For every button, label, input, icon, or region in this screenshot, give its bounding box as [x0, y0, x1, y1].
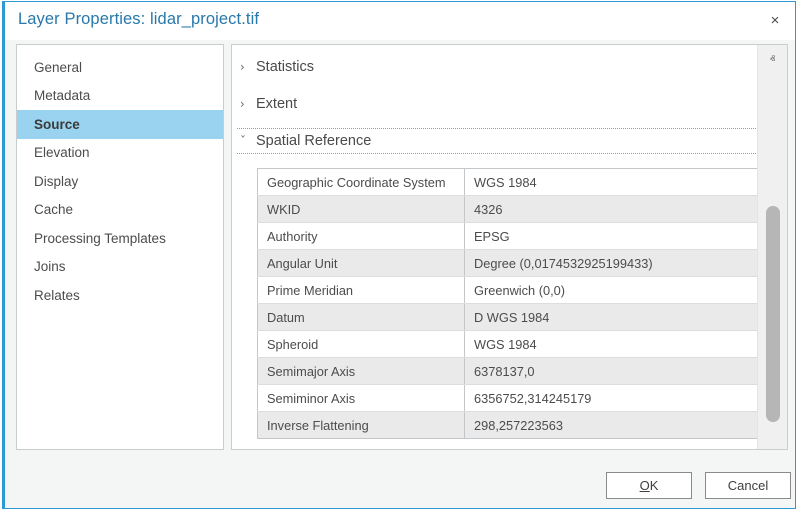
sidebar-item-label: Display — [34, 174, 78, 189]
cancel-button[interactable]: Cancel — [705, 472, 791, 499]
section-header-extent[interactable]: › Extent — [240, 96, 297, 112]
table-row[interactable]: WKID 4326 — [258, 196, 764, 223]
page-title: Layer Properties: lidar_project.tif — [18, 10, 259, 29]
chevron-right-icon: › — [240, 61, 256, 73]
spatial-reference-table: Geographic Coordinate System WGS 1984 WK… — [257, 168, 764, 439]
section-label: Spatial Reference — [256, 133, 371, 149]
property-name: Spheroid — [258, 331, 465, 358]
sidebar-item-source[interactable]: Source — [17, 110, 223, 139]
ok-button-label: OK — [640, 478, 659, 493]
sidebar-item-label: Processing Templates — [34, 231, 166, 246]
content-scrollbar[interactable]: ⱏ ⱟ — [757, 45, 787, 449]
table-row[interactable]: Angular Unit Degree (0,0174532925199433) — [258, 250, 764, 277]
sidebar-item-cache[interactable]: Cache — [17, 196, 223, 225]
sidebar-item-label: Relates — [34, 288, 80, 303]
sidebar-item-label: General — [34, 60, 82, 75]
property-name: Semimajor Axis — [258, 358, 465, 385]
close-button[interactable]: × — [757, 4, 793, 36]
property-value: Greenwich (0,0) — [465, 277, 764, 304]
sidebar-item-display[interactable]: Display — [17, 167, 223, 196]
property-value: 298,257223563 — [465, 412, 764, 439]
sidebar-item-label: Joins — [34, 259, 66, 274]
property-value: EPSG — [465, 223, 764, 250]
sidebar-item-label: Cache — [34, 202, 73, 217]
section-label: Extent — [256, 96, 297, 112]
ok-rest-char: K — [650, 478, 659, 493]
property-value: 6378137,0 — [465, 358, 764, 385]
property-name: WKID — [258, 196, 465, 223]
property-name: Geographic Coordinate System — [258, 169, 465, 196]
cancel-button-label: Cancel — [728, 478, 768, 493]
ok-button[interactable]: OK — [606, 472, 692, 499]
source-content-panel: › Statistics › Extent ˇ Spatial Referenc… — [231, 44, 788, 450]
ok-accel-char: O — [640, 478, 650, 493]
chevron-down-icon: ˇ — [240, 135, 256, 147]
scroll-up-arrow-icon[interactable]: ⱏ — [758, 50, 787, 70]
property-name: Angular Unit — [258, 250, 465, 277]
property-value: 4326 — [465, 196, 764, 223]
table-row[interactable]: Semiminor Axis 6356752,314245179 — [258, 385, 764, 412]
sidebar: General Metadata Source Elevation Displa… — [16, 44, 224, 450]
chevron-right-icon: › — [240, 98, 256, 110]
property-name: Inverse Flattening — [258, 412, 465, 439]
property-name: Authority — [258, 223, 465, 250]
sidebar-item-label: Source — [34, 117, 80, 132]
content-inner: › Statistics › Extent ˇ Spatial Referenc… — [232, 45, 757, 449]
property-value: WGS 1984 — [465, 331, 764, 358]
table-row[interactable]: Semimajor Axis 6378137,0 — [258, 358, 764, 385]
table-row[interactable]: Datum D WGS 1984 — [258, 304, 764, 331]
section-header-spatial-reference[interactable]: ˇ Spatial Reference — [237, 128, 772, 154]
table-row[interactable]: Prime Meridian Greenwich (0,0) — [258, 277, 764, 304]
section-label: Statistics — [256, 59, 314, 75]
sidebar-item-metadata[interactable]: Metadata — [17, 82, 223, 111]
property-value: WGS 1984 — [465, 169, 764, 196]
scroll-down-arrow-icon[interactable]: ⱟ — [758, 421, 787, 441]
property-name: Datum — [258, 304, 465, 331]
table-row[interactable]: Inverse Flattening 298,257223563 — [258, 412, 764, 439]
sidebar-item-joins[interactable]: Joins — [17, 253, 223, 282]
property-name: Semiminor Axis — [258, 385, 465, 412]
sidebar-item-elevation[interactable]: Elevation — [17, 139, 223, 168]
sidebar-item-processing-templates[interactable]: Processing Templates — [17, 224, 223, 253]
title-bar: Layer Properties: lidar_project.tif × — [5, 2, 795, 40]
property-value: D WGS 1984 — [465, 304, 764, 331]
sidebar-item-label: Metadata — [34, 88, 90, 103]
property-value: Degree (0,0174532925199433) — [465, 250, 764, 277]
table-row[interactable]: Spheroid WGS 1984 — [258, 331, 764, 358]
table-row[interactable]: Authority EPSG — [258, 223, 764, 250]
layer-properties-dialog: Layer Properties: lidar_project.tif × Ge… — [2, 1, 796, 509]
sidebar-item-label: Elevation — [34, 145, 90, 160]
scrollbar-thumb[interactable] — [766, 206, 780, 422]
sidebar-item-relates[interactable]: Relates — [17, 281, 223, 310]
sidebar-item-general[interactable]: General — [17, 53, 223, 82]
close-icon: × — [771, 13, 780, 28]
property-value: 6356752,314245179 — [465, 385, 764, 412]
section-header-statistics[interactable]: › Statistics — [240, 59, 314, 75]
table-row[interactable]: Geographic Coordinate System WGS 1984 — [258, 169, 764, 196]
property-name: Prime Meridian — [258, 277, 465, 304]
